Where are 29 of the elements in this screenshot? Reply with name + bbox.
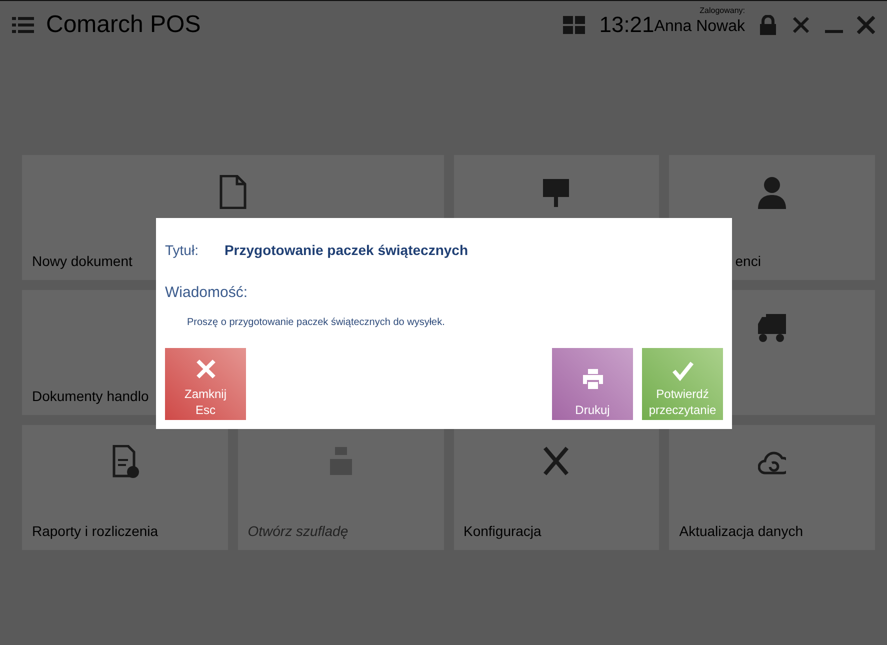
message-text: Proszę o przygotowanie paczek świątecznych do wysyłek. — [187, 316, 445, 330]
person-icon — [758, 175, 786, 209]
logged-in-label: Zalogowany: — [700, 4, 745, 16]
tile-label: Dokumenty handlo — [32, 387, 149, 406]
tile-label: Raporty i rozliczenia — [32, 522, 158, 541]
clock-time: 13:21 — [599, 11, 654, 39]
close-button[interactable]: Zamknij Esc — [165, 348, 246, 420]
menu-tile[interactable]: Aktualizacja danych — [669, 425, 875, 550]
message-label: Wiadomość: — [165, 284, 248, 301]
checkmark-icon — [672, 360, 694, 382]
lock-icon[interactable] — [759, 14, 777, 34]
menu-tile[interactable]: Raporty i rozliczenia — [22, 425, 228, 550]
print-button[interactable]: Drukuj — [552, 348, 633, 420]
printer-icon — [582, 368, 604, 390]
tile-label: Konfiguracja — [464, 522, 542, 541]
tile-label: Otwórz szufladę — [248, 522, 348, 541]
tile-label: enci — [734, 252, 761, 271]
tiles-icon[interactable] — [563, 16, 586, 34]
user-name: Anna Nowak — [654, 18, 745, 34]
tile-label: Nowy dokument — [32, 252, 132, 271]
close-icon — [194, 358, 216, 380]
menu-icon[interactable] — [12, 16, 34, 32]
confirm-button[interactable]: Potwierdź przeczytanie — [642, 348, 723, 420]
app-title: Comarch POS — [46, 10, 201, 40]
document-icon — [218, 175, 247, 209]
tile-label: Aktualizacja danych — [679, 522, 803, 541]
close-icon[interactable] — [857, 16, 875, 34]
title-label: Tytuł: — [165, 241, 198, 260]
report-icon — [110, 445, 139, 479]
